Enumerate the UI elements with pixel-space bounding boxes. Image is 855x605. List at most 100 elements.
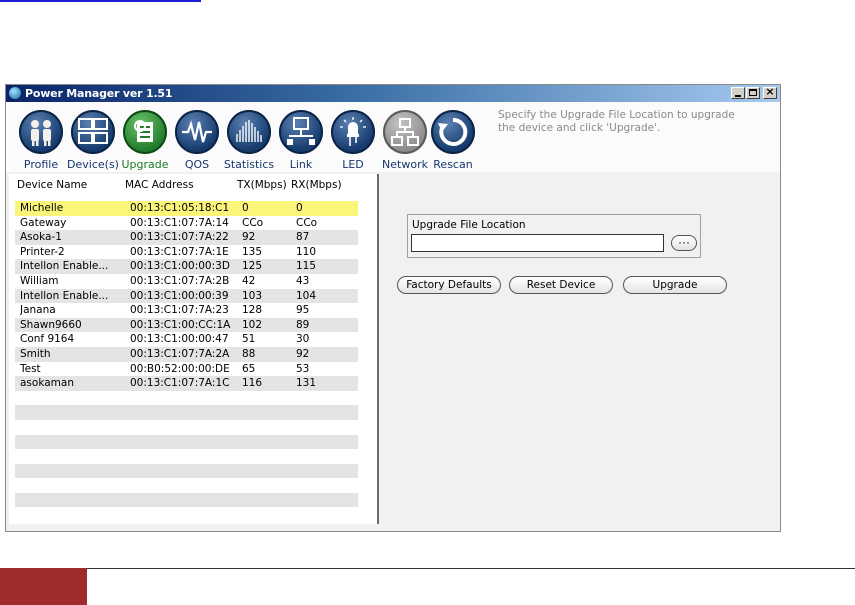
close-icon: × — [765, 85, 775, 98]
people-icon — [19, 110, 63, 154]
device-name-cell: Printer-2 — [20, 245, 65, 258]
tool-label: Rescan — [433, 158, 473, 171]
table-row[interactable]: Test 00:B0:52:00:00:DE 65 53 — [15, 362, 358, 377]
tx-cell: 102 — [242, 318, 263, 331]
device-name-cell: William — [20, 274, 59, 287]
tx-cell: CCo — [242, 216, 264, 229]
column-header-mac-address[interactable]: MAC Address — [125, 179, 194, 191]
bars-icon — [227, 110, 271, 154]
column-header-device-name[interactable]: Device Name — [17, 179, 87, 191]
mac-cell: 00:13:C1:00:CC:1A — [130, 318, 231, 331]
footer-rule — [87, 568, 855, 569]
upgrade-file-input[interactable] — [411, 234, 664, 252]
table-row[interactable]: Intellon Enable... 00:13:C1:00:00:3D 125 11… — [15, 259, 358, 274]
table-row[interactable]: Shawn9660 00:13:C1:00:CC:1A 102 89 — [15, 317, 358, 333]
tx-cell: 51 — [242, 333, 256, 346]
factory-defaults-button[interactable]: Factory Defaults — [397, 276, 501, 294]
device-name-cell: Smith — [20, 347, 51, 360]
tx-cell: 65 — [242, 362, 256, 375]
tx-cell: 88 — [242, 347, 256, 360]
empty-table-row — [15, 434, 358, 450]
table-row[interactable]: asokaman 00:13:C1:07:7A:1C 116 131 — [15, 376, 358, 391]
reset-device-button[interactable]: Reset Device — [509, 276, 613, 294]
mac-cell: 00:13:C1:05:18:C1 — [130, 202, 230, 214]
mac-cell: 00:13:C1:00:00:47 — [130, 333, 229, 346]
rx-cell: 104 — [296, 289, 317, 302]
browse-button[interactable]: ··· — [671, 235, 697, 251]
upgrade-button[interactable]: Upgrade — [623, 276, 727, 294]
instruction-hint: Specify the Upgrade File Location to upg… — [498, 109, 735, 134]
refresh-icon — [431, 110, 475, 154]
footer-accent-block — [0, 568, 87, 605]
rx-cell: 95 — [296, 304, 310, 317]
upgrade-panel: Upgrade File Location ··· Factory Defaul… — [379, 174, 780, 524]
tx-cell: 42 — [242, 274, 256, 287]
link-icon — [279, 110, 323, 154]
rx-cell: 92 — [296, 347, 310, 360]
column-header-tx[interactable]: TX(Mbps) — [237, 179, 287, 191]
mac-cell: 00:13:C1:07:7A:2A — [130, 347, 230, 360]
tx-cell: 135 — [242, 245, 263, 258]
device-name-cell: Shawn9660 — [20, 318, 82, 331]
empty-table-row — [15, 405, 358, 420]
tx-cell: 92 — [242, 231, 256, 244]
mac-cell: 00:13:C1:07:7A:1C — [130, 377, 230, 390]
table-row[interactable]: Janana 00:13:C1:07:7A:23 128 95 — [15, 303, 358, 318]
table-row[interactable]: Smith 00:13:C1:07:7A:2A 88 92 — [15, 346, 358, 362]
mac-cell: 00:13:C1:07:7A:1E — [130, 245, 229, 258]
device-name-cell: Gateway — [20, 216, 67, 229]
tx-cell: 103 — [242, 289, 263, 302]
mac-cell: 00:13:C1:07:7A:22 — [130, 231, 229, 244]
window-title: Power Manager ver 1.51 — [25, 87, 173, 100]
computers-icon — [71, 110, 115, 154]
mac-cell: 00:13:C1:07:7A:2B — [130, 274, 230, 287]
upgrade-file-group: Upgrade File Location ··· — [407, 214, 701, 258]
document-link-underline — [0, 0, 201, 2]
empty-table-row — [15, 463, 358, 479]
rx-cell: 30 — [296, 333, 310, 346]
tx-cell: 125 — [242, 260, 263, 273]
device-name-cell: Janana — [20, 304, 56, 317]
table-row[interactable]: Conf 9164 00:13:C1:00:00:47 51 30 — [15, 332, 358, 347]
table-row[interactable]: Gateway 00:13:C1:07:7A:14 CCo CCo — [15, 216, 358, 231]
rx-cell: 43 — [296, 274, 310, 287]
upgrade-icon — [123, 110, 167, 154]
column-header-rx[interactable]: RX(Mbps) — [291, 179, 342, 191]
empty-table-row — [15, 478, 358, 493]
close-button[interactable]: × — [763, 85, 777, 99]
device-list-panel: Device Name MAC Address TX(Mbps) RX(Mbps… — [9, 174, 377, 524]
rx-cell: 110 — [296, 245, 317, 258]
empty-table-row — [15, 420, 358, 435]
waveform-icon — [175, 110, 219, 154]
led-icon — [331, 110, 375, 154]
tx-cell: 0 — [242, 202, 249, 214]
table-row[interactable]: Asoka-1 00:13:C1:07:7A:22 92 87 — [15, 230, 358, 245]
toolbar: Profile Device(s) Upgrade QOS Statistics — [6, 102, 780, 172]
empty-table-row — [15, 449, 358, 464]
rx-cell: 115 — [296, 260, 317, 273]
device-name-cell: Intellon Enable... — [20, 289, 109, 302]
device-name-cell: Conf 9164 — [20, 333, 75, 346]
mac-cell: 00:13:C1:07:7A:14 — [130, 216, 229, 229]
maximize-icon — [749, 89, 757, 96]
mac-cell: 00:13:C1:07:7A:23 — [130, 304, 229, 317]
table-row[interactable]: Michelle 00:13:C1:05:18:C1 0 0 — [15, 201, 358, 216]
table-row[interactable]: Printer-2 00:13:C1:07:7A:1E 135 110 — [15, 245, 358, 260]
table-row[interactable]: William 00:13:C1:07:7A:2B 42 43 — [15, 274, 358, 289]
rx-cell: 89 — [296, 318, 310, 331]
power-manager-window: Power Manager ver 1.51 × Profile Device(… — [5, 84, 781, 532]
tool-rescan[interactable]: Rescan — [428, 108, 478, 172]
device-table-body: Michelle 00:13:C1:05:18:C1 0 0 Gateway 00:13… — [15, 201, 358, 508]
rx-cell: 0 — [296, 202, 303, 214]
maximize-button[interactable] — [746, 87, 760, 99]
tx-cell: 116 — [242, 377, 263, 390]
rx-cell: CCo — [296, 216, 318, 229]
mac-cell: 00:13:C1:00:00:3D — [130, 260, 230, 273]
minimize-button[interactable] — [731, 87, 745, 99]
mac-cell: 00:13:C1:00:00:39 — [130, 289, 229, 302]
empty-table-row — [15, 391, 358, 406]
table-row[interactable]: Intellon Enable... 00:13:C1:00:00:39 103 10… — [15, 288, 358, 304]
mac-cell: 00:B0:52:00:00:DE — [130, 362, 230, 375]
title-bar[interactable]: Power Manager ver 1.51 × — [6, 85, 780, 102]
empty-table-row — [15, 492, 358, 508]
